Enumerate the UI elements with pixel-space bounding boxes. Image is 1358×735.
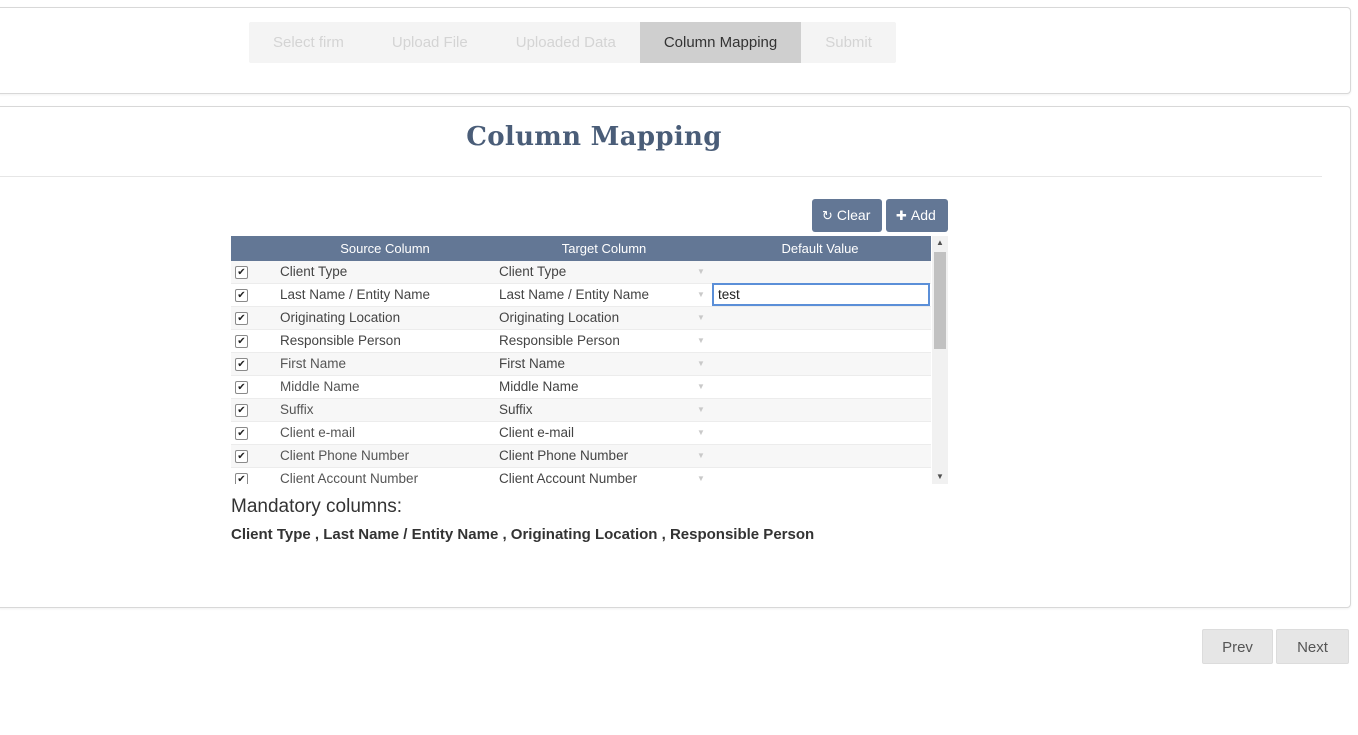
default-value-cell[interactable] — [712, 445, 930, 467]
dropdown-arrow-icon[interactable]: ▼ — [697, 376, 705, 398]
dropdown-arrow-icon[interactable]: ▼ — [697, 307, 705, 329]
mapping-grid: Source Column Target Column Default Valu… — [231, 236, 948, 484]
table-row[interactable]: ✔ Client e-mail Client e-mail ▼ — [231, 422, 931, 445]
table-row[interactable]: ✔ Suffix Suffix ▼ — [231, 399, 931, 422]
header-default-value[interactable]: Default Value — [709, 236, 931, 261]
row-checkbox[interactable]: ✔ — [235, 335, 248, 348]
source-column-cell: Originating Location — [280, 310, 401, 325]
source-column-cell: Client Type — [280, 264, 348, 279]
title-divider — [0, 176, 1322, 177]
row-checkbox[interactable]: ✔ — [235, 358, 248, 371]
table-row[interactable]: ✔ Last Name / Entity Name Last Name / Enti… — [231, 283, 931, 307]
target-column-select[interactable]: Middle Name — [499, 376, 579, 398]
default-value-cell[interactable] — [712, 399, 930, 421]
clear-button[interactable]: ↻ Clear — [812, 199, 882, 232]
page-title: Column Mapping — [466, 122, 722, 152]
table-row[interactable]: ✔ Responsible Person Responsible Person ▼ — [231, 330, 931, 353]
scroll-down-icon[interactable]: ▼ — [932, 470, 948, 484]
default-value-input[interactable]: test — [712, 283, 930, 306]
target-column-select[interactable]: Client Type — [499, 261, 566, 283]
mandatory-columns-list: Client Type , Last Name / Entity Name , … — [231, 526, 815, 543]
step-select-firm[interactable]: Select firm — [249, 22, 368, 63]
default-value-cell[interactable] — [712, 422, 930, 444]
row-checkbox[interactable]: ✔ — [235, 381, 248, 394]
source-column-cell: Middle Name — [280, 379, 360, 394]
clear-label: Clear — [836, 207, 871, 223]
dropdown-arrow-icon[interactable]: ▼ — [697, 284, 705, 306]
add-label: Add — [910, 207, 936, 223]
source-column-cell: Last Name / Entity Name — [280, 287, 431, 302]
default-value-cell[interactable] — [712, 468, 930, 484]
step-column-mapping[interactable]: Column Mapping — [639, 22, 802, 63]
row-checkbox[interactable]: ✔ — [235, 450, 248, 463]
header-source-column[interactable]: Source Column — [271, 236, 499, 261]
default-value-cell[interactable] — [712, 376, 930, 398]
target-column-select[interactable]: Last Name / Entity Name — [499, 284, 649, 306]
row-checkbox[interactable]: ✔ — [235, 266, 248, 279]
table-row[interactable]: ✔ Middle Name Middle Name ▼ — [231, 376, 931, 399]
source-column-cell: First Name — [280, 356, 347, 371]
grid-header: Source Column Target Column Default Valu… — [231, 236, 931, 261]
grid-scrollbar[interactable]: ▲ ▼ — [932, 236, 948, 484]
add-button[interactable]: ✚ Add — [886, 199, 948, 232]
refresh-icon: ↻ — [822, 208, 833, 223]
source-column-cell: Suffix — [280, 402, 314, 417]
row-checkbox[interactable]: ✔ — [235, 473, 248, 484]
wizard-steps: Select firm Upload File Uploaded Data Co… — [249, 22, 896, 63]
table-row[interactable]: ✔ First Name First Name ▼ — [231, 353, 931, 376]
row-checkbox[interactable]: ✔ — [235, 404, 248, 417]
next-button[interactable]: Next — [1276, 629, 1349, 664]
target-column-select[interactable]: Responsible Person — [499, 330, 620, 352]
grid-body: ✔ Client Type Client Type ▼ ✔ Last Name / Ent… — [231, 261, 931, 484]
row-checkbox[interactable]: ✔ — [235, 312, 248, 325]
source-column-cell: Client Phone Number — [280, 448, 410, 463]
dropdown-arrow-icon[interactable]: ▼ — [697, 422, 705, 444]
target-column-select[interactable]: Originating Location — [499, 307, 619, 329]
mandatory-columns-heading: Mandatory columns: — [231, 496, 403, 517]
scroll-thumb[interactable] — [934, 252, 946, 349]
target-column-select[interactable]: Client Phone Number — [499, 445, 628, 467]
prev-button[interactable]: Prev — [1202, 629, 1273, 664]
dropdown-arrow-icon[interactable]: ▼ — [697, 399, 705, 421]
dropdown-arrow-icon[interactable]: ▼ — [697, 468, 705, 484]
target-column-select[interactable]: First Name — [499, 353, 565, 375]
target-column-select[interactable]: Suffix — [499, 399, 533, 421]
default-value-cell[interactable] — [712, 261, 930, 283]
row-checkbox[interactable]: ✔ — [235, 427, 248, 440]
source-column-cell: Client e-mail — [280, 425, 356, 440]
target-column-select[interactable]: Client e-mail — [499, 422, 574, 444]
default-value-cell[interactable] — [712, 307, 930, 329]
dropdown-arrow-icon[interactable]: ▼ — [697, 353, 705, 375]
default-value-cell[interactable] — [712, 330, 930, 352]
table-row[interactable]: ✔ Client Phone Number Client Phone Number ▼ — [231, 445, 931, 468]
table-row[interactable]: ✔ Client Type Client Type ▼ — [231, 261, 931, 284]
source-column-cell: Responsible Person — [280, 333, 401, 348]
table-row[interactable]: ✔ Client Account Number Client Account Num… — [231, 468, 931, 484]
source-column-cell: Client Account Number — [280, 471, 419, 484]
target-column-select[interactable]: Client Account Number — [499, 468, 637, 484]
scroll-up-icon[interactable]: ▲ — [932, 236, 948, 250]
dropdown-arrow-icon[interactable]: ▼ — [697, 330, 705, 352]
step-submit[interactable]: Submit — [801, 22, 896, 63]
step-uploaded-data[interactable]: Uploaded Data — [492, 22, 640, 63]
row-checkbox[interactable]: ✔ — [235, 289, 248, 302]
table-row[interactable]: ✔ Originating Location Originating Locatio… — [231, 307, 931, 330]
plus-icon: ✚ — [896, 208, 907, 223]
step-upload-file[interactable]: Upload File — [368, 22, 492, 63]
dropdown-arrow-icon[interactable]: ▼ — [697, 445, 705, 467]
dropdown-arrow-icon[interactable]: ▼ — [697, 261, 705, 283]
header-target-column[interactable]: Target Column — [499, 236, 709, 261]
default-value-cell[interactable] — [712, 353, 930, 375]
